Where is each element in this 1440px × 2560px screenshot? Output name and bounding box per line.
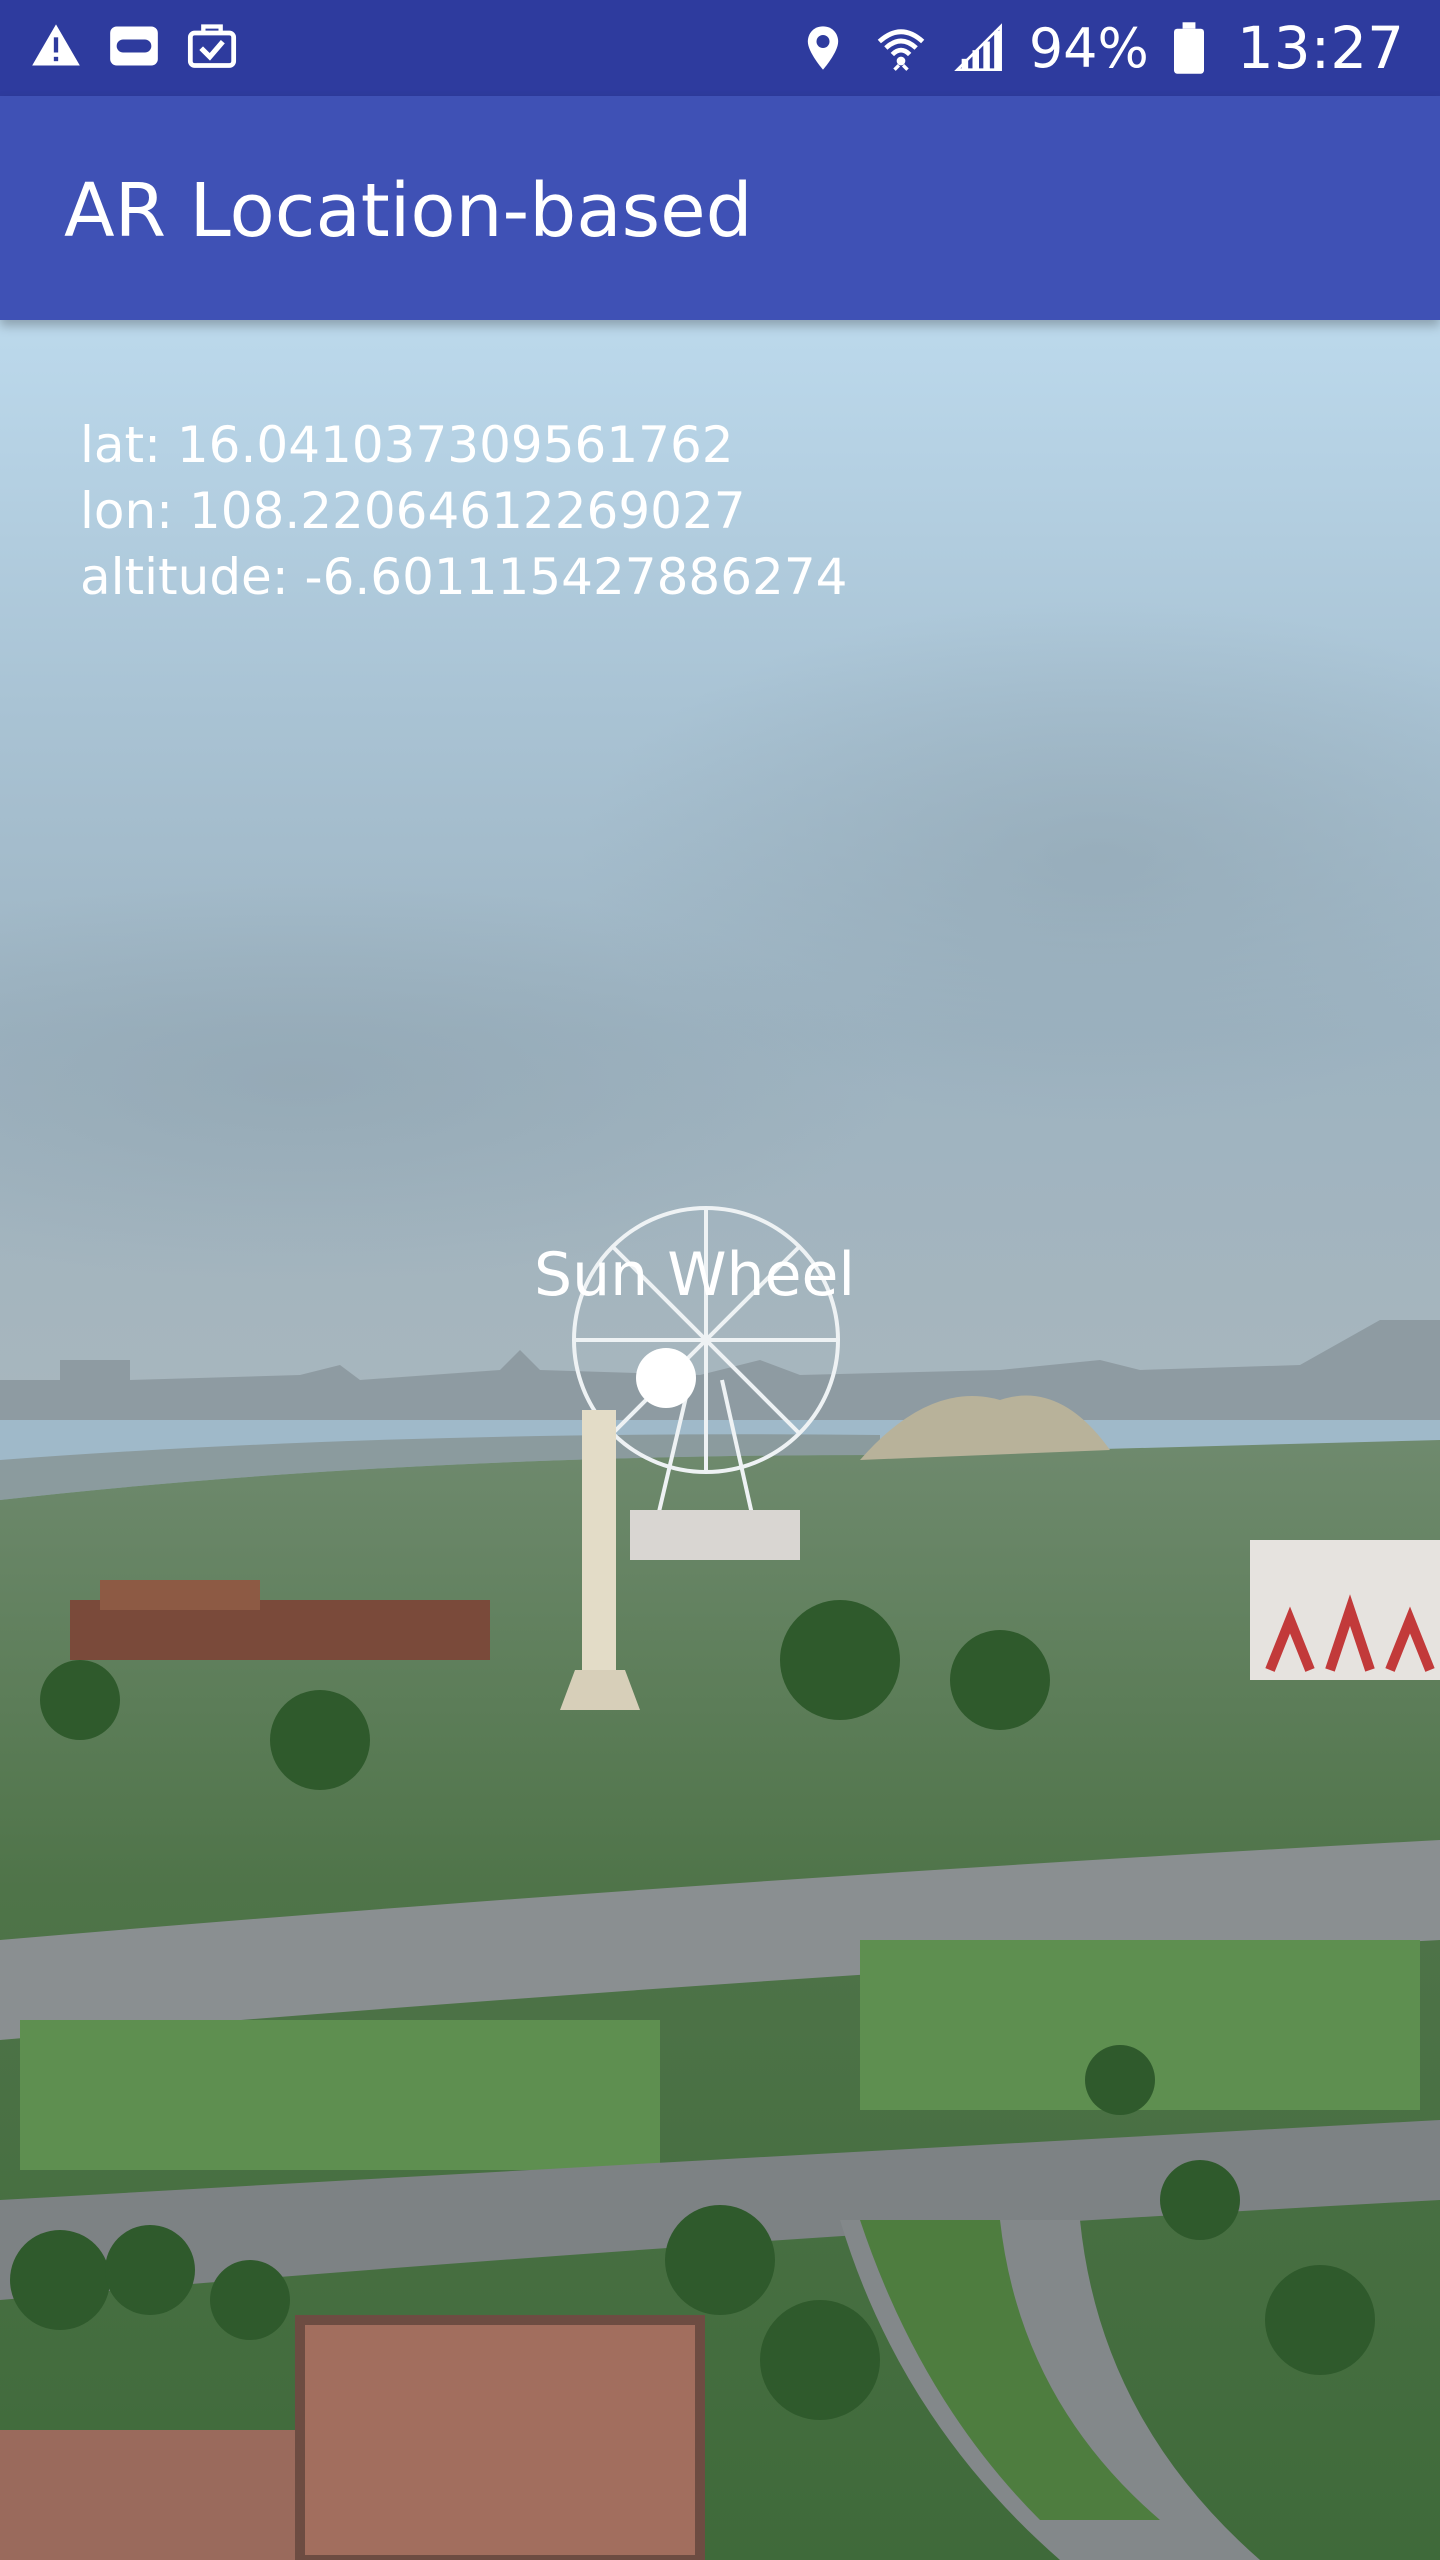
- app-bar: AR Location-based: [0, 96, 1440, 320]
- longitude-text: lon: 108.22064612269027: [80, 482, 746, 540]
- poi-label[interactable]: Sun Wheel: [534, 1240, 855, 1310]
- status-bar: 94% 13:27: [0, 0, 1440, 96]
- altitude-text: altitude: -6.601115427886274: [80, 548, 848, 606]
- wifi-icon: [873, 20, 929, 76]
- battery-icon: [1171, 20, 1207, 76]
- poi-dot-icon[interactable]: [636, 1348, 696, 1408]
- clock: 13:27: [1236, 14, 1404, 82]
- rooftop-center: [300, 2320, 700, 2560]
- status-left-icons: [28, 18, 240, 74]
- app-title: AR Location-based: [64, 168, 753, 254]
- monument-tower: [582, 1410, 616, 1710]
- lawn-left: [20, 2020, 660, 2170]
- location-readout: lat: 16.041037309561762 lon: 108.2206461…: [80, 412, 847, 610]
- wheel-base: [630, 1510, 800, 1560]
- battery-percentage: 94%: [1028, 16, 1149, 80]
- camera-scene: [0, 320, 1440, 2560]
- rooftop-left: [0, 2430, 300, 2560]
- status-right-icons: 94% 13:27: [795, 0, 1404, 96]
- cell-signal-icon: [951, 20, 1007, 76]
- briefcase-check-icon: [184, 18, 240, 74]
- location-icon: [795, 20, 851, 76]
- warning-icon: [28, 18, 84, 74]
- camera-preview[interactable]: lat: 16.041037309561762 lon: 108.2206461…: [0, 320, 1440, 2560]
- latitude-text: lat: 16.041037309561762: [80, 416, 734, 474]
- vr-headset-icon: [106, 18, 162, 74]
